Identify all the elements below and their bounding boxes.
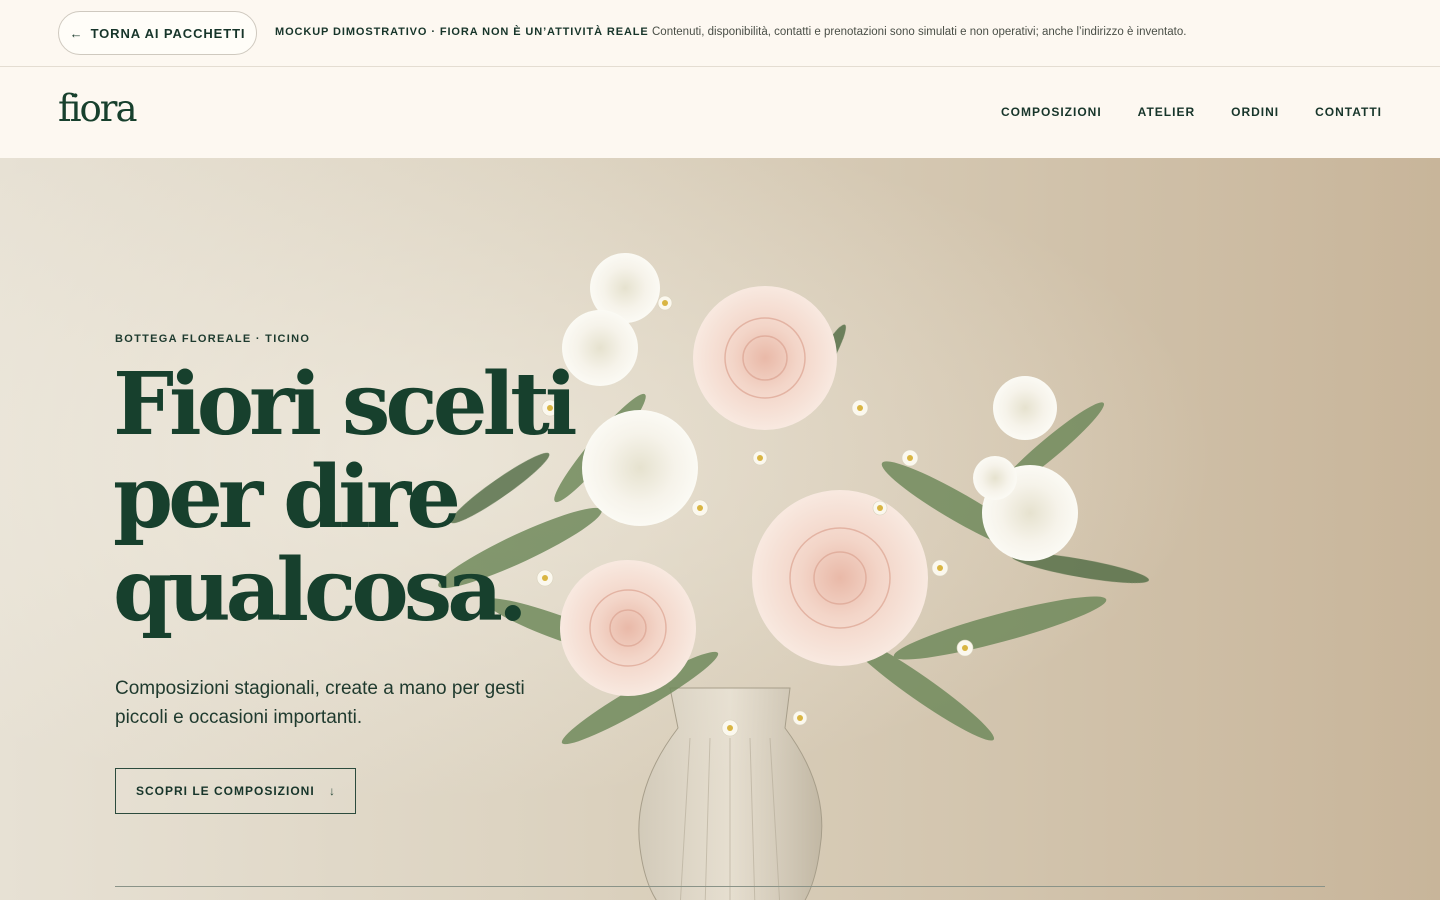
- hero-headline: Fiori scelti per dire qualcosa.: [113, 358, 673, 637]
- headline-line-3: qualcosa.: [113, 540, 528, 641]
- nav-item-composizioni[interactable]: COMPOSIZIONI: [1001, 105, 1102, 119]
- hero-eyebrow: BOTTEGA FLOREALE · TICINO: [115, 333, 311, 345]
- nav-item-contatti[interactable]: CONTATTI: [1315, 105, 1382, 119]
- demo-notice-bar: ← TORNA AI PACCHETTI MOCKUP DIMOSTRATIVO…: [0, 0, 1440, 67]
- hero-divider: [115, 886, 1325, 887]
- cta-label: SCOPRI LE COMPOSIZIONI: [136, 784, 315, 798]
- logo[interactable]: fiora: [58, 87, 138, 130]
- main-nav: COMPOSIZIONI ATELIER ORDINI CONTATTI: [1001, 105, 1382, 119]
- discover-compositions-button[interactable]: SCOPRI LE COMPOSIZIONI ↓: [115, 768, 356, 814]
- headline-line-1: Fiori scelti: [113, 354, 578, 455]
- headline-line-2: per dire: [113, 447, 461, 548]
- hero-section: BOTTEGA FLOREALE · TICINO Fiori scelti p…: [0, 158, 1440, 900]
- hero-subtitle: Composizioni stagionali, create a mano p…: [115, 678, 525, 728]
- back-button-label: TORNA AI PACCHETTI: [90, 25, 246, 41]
- notice-text: Contenuti, disponibilità, contatti e pre…: [652, 26, 1187, 38]
- site-header: fiora COMPOSIZIONI ATELIER ORDINI CONTAT…: [0, 67, 1440, 158]
- arrow-left-icon: ←: [69, 25, 83, 41]
- notice-title: MOCKUP DIMOSTRATIVO · FIORA NON È UN’ATT…: [275, 26, 649, 38]
- nav-item-atelier[interactable]: ATELIER: [1138, 105, 1195, 119]
- back-to-packages-button[interactable]: ← TORNA AI PACCHETTI: [58, 11, 257, 55]
- arrow-down-icon: ↓: [329, 784, 335, 798]
- nav-item-ordini[interactable]: ORDINI: [1231, 105, 1279, 119]
